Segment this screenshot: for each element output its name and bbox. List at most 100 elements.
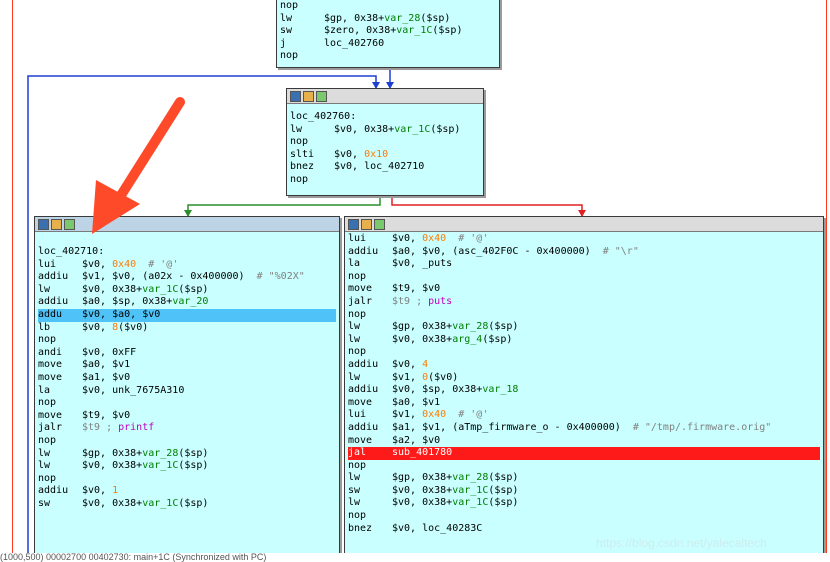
asm-line[interactable]: jalr $t9 ; printf [38,422,336,435]
mnemonic: j [280,37,287,49]
asm-line[interactable]: andi $v0, 0xFF [38,347,336,360]
asm-line[interactable]: addu $v0, $a0, $v0 [38,308,336,322]
asm-line[interactable]: lw $v0, 0x38+arg_4($sp) [348,334,820,347]
asm-line[interactable]: bnez $v0, loc_402710 [290,161,480,174]
asm-line[interactable]: lui $v1, 0x40 # '@' [348,409,820,422]
asm-line[interactable]: nop [38,473,336,486]
asm-line[interactable]: lui $v0, 0x40 # '@' [348,233,820,246]
asm-line[interactable]: move $a0, $v1 [348,397,820,410]
mnemonic: nop [348,308,367,320]
mnemonic: bnez [290,161,315,173]
graph-icon[interactable] [348,218,359,230]
operand: sub_401780 [392,447,453,459]
mnemonic: move [348,434,373,446]
fallthrough-block[interactable]: lui $v0, 0x40 # '@' addiu $a0, $v0, (asc_40… [344,216,824,558]
operand: # '@' [136,258,179,270]
asm-line[interactable]: sw $zero, 0x38+var_1C($sp) [280,25,496,38]
asm-line[interactable]: jalr $t9 ; puts [348,296,820,309]
asm-line[interactable]: sw $v0, 0x38+var_1C($sp) [348,485,820,498]
operand: var_1C [142,460,179,472]
operand: ($sp) [178,283,209,295]
asm-line[interactable]: move $t9, $v0 [38,410,336,423]
asm-line[interactable]: lw $v0, 0x38+var_1C($sp) [38,460,336,473]
asm-line[interactable]: addiu $v0, 1 [38,485,336,498]
asm-line[interactable]: addiu $v0, $sp, 0x38+var_18 [348,384,820,397]
operand: var_1C [142,283,179,295]
operand: # '@' [446,409,489,421]
operand: $a0, $v1 [392,396,441,408]
left-block-lines: lui $v0, 0x40 # '@' addiu $v1, $v0, (a02x -… [38,259,336,511]
operand: $v0, $sp, 0x38+ [392,384,483,396]
graph-icon[interactable] [290,90,301,102]
asm-line[interactable]: lw $v0, 0x38+var_1C($sp) [38,284,336,297]
asm-line[interactable]: nop [348,346,820,359]
mnemonic: lw [348,321,361,333]
asm-line[interactable]: nop [348,510,820,523]
mid-block-lines: lw $v0, 0x38+var_1C($sp) nop slti $v0, 0x10 b… [290,124,480,187]
loc-402710-block[interactable]: loc_402710: lui $v0, 0x40 # '@' addiu $v1, … [34,216,340,558]
asm-line[interactable]: nop [38,334,336,347]
image-icon[interactable] [51,218,62,230]
asm-line[interactable]: nop [38,435,336,448]
asm-line[interactable]: lw $gp, 0x38+var_28($sp) [348,321,820,334]
asm-line[interactable]: la $v0, unk_7675A310 [38,385,336,398]
asm-line[interactable]: addiu $v0, 4 [348,359,820,372]
operand: var_1C [142,497,179,509]
asm-line[interactable]: addiu $v1, $v0, (a02x - 0x400000) # "%02X… [38,271,336,284]
asm-line[interactable]: slti $v0, 0x10 [290,149,480,162]
grid-icon[interactable] [316,90,327,102]
block-label[interactable]: loc_402710: [38,246,336,259]
ida-graph-view[interactable]: nop lw $gp, 0x38+var_28($sp) sw $zero, 0x38+… [0,0,830,562]
image-icon[interactable] [303,90,314,102]
asm-line[interactable]: move $a0, $v1 [38,359,336,372]
mnemonic: nop [348,346,367,358]
mnemonic: move [38,359,63,371]
asm-line[interactable]: lui $v0, 0x40 # '@' [38,259,336,272]
grid-icon[interactable] [64,218,75,230]
image-icon[interactable] [361,218,372,230]
asm-line[interactable]: sw $v0, 0x38+var_1C($sp) [38,498,336,511]
top-basic-block[interactable]: nop lw $gp, 0x38+var_28($sp) sw $zero, 0x38+… [276,0,500,68]
asm-line[interactable]: lw $gp, 0x38+var_28($sp) [348,472,820,485]
mnemonic: jalr [38,422,63,434]
mnemonic: sw [38,497,51,509]
operand: $gp, 0x38+ [392,472,453,484]
graph-icon[interactable] [38,218,49,230]
asm-line[interactable]: lw $gp, 0x38+var_28($sp) [38,448,336,461]
block-label[interactable]: loc_402760: [290,111,480,124]
asm-line[interactable]: move $t9, $v0 [348,283,820,296]
operand: # "%02X" [244,271,305,283]
asm-line[interactable]: lb $v0, 8($v0) [38,322,336,335]
asm-line[interactable]: nop [280,0,496,13]
asm-line[interactable]: move $a1, $v0 [38,372,336,385]
asm-line[interactable]: nop [290,136,480,149]
asm-line[interactable]: lw $v0, 0x38+var_1C($sp) [290,124,480,137]
operand: $v0, loc_40283C [392,522,483,534]
operand: $v0, [82,485,113,497]
grid-icon[interactable] [374,218,385,230]
loc-402760-block[interactable]: loc_402760: lw $v0, 0x38+var_1C($sp) nop sl… [286,88,484,196]
asm-line[interactable]: lw $v1, 0($v0) [348,372,820,385]
asm-line[interactable]: lw $v0, 0x38+var_1C($sp) [348,497,820,510]
asm-line[interactable]: lw $gp, 0x38+var_28($sp) [280,13,496,26]
asm-line[interactable]: nop [348,460,820,473]
operand: $t9 ; [392,295,429,307]
asm-line[interactable]: addiu $a0, $v0, (asc_402F0C - 0x400000) #… [348,246,820,259]
asm-line[interactable]: nop [348,271,820,284]
operand: $v0, loc_402710 [334,161,425,173]
asm-line[interactable]: nop [38,397,336,410]
operand: 0x40 [422,409,447,421]
asm-line[interactable]: addiu $a1, $v1, (aTmp_firmware_o - 0x4000… [348,422,820,435]
asm-line[interactable]: move $a2, $v0 [348,435,820,448]
asm-line[interactable]: nop [280,50,496,63]
asm-line[interactable]: la $v0, _puts [348,258,820,271]
asm-line[interactable]: j loc_402760 [280,38,496,51]
asm-line[interactable]: jal sub_401780 [348,447,820,460]
operand: $v0, [392,358,423,370]
asm-line[interactable]: nop [290,174,480,187]
asm-line[interactable]: bnez $v0, loc_40283C [348,523,820,536]
mnemonic: nop [38,472,57,484]
mnemonic: lw [280,12,293,24]
asm-line[interactable]: nop [348,309,820,322]
asm-line[interactable]: addiu $a0, $sp, 0x38+var_20 [38,296,336,309]
